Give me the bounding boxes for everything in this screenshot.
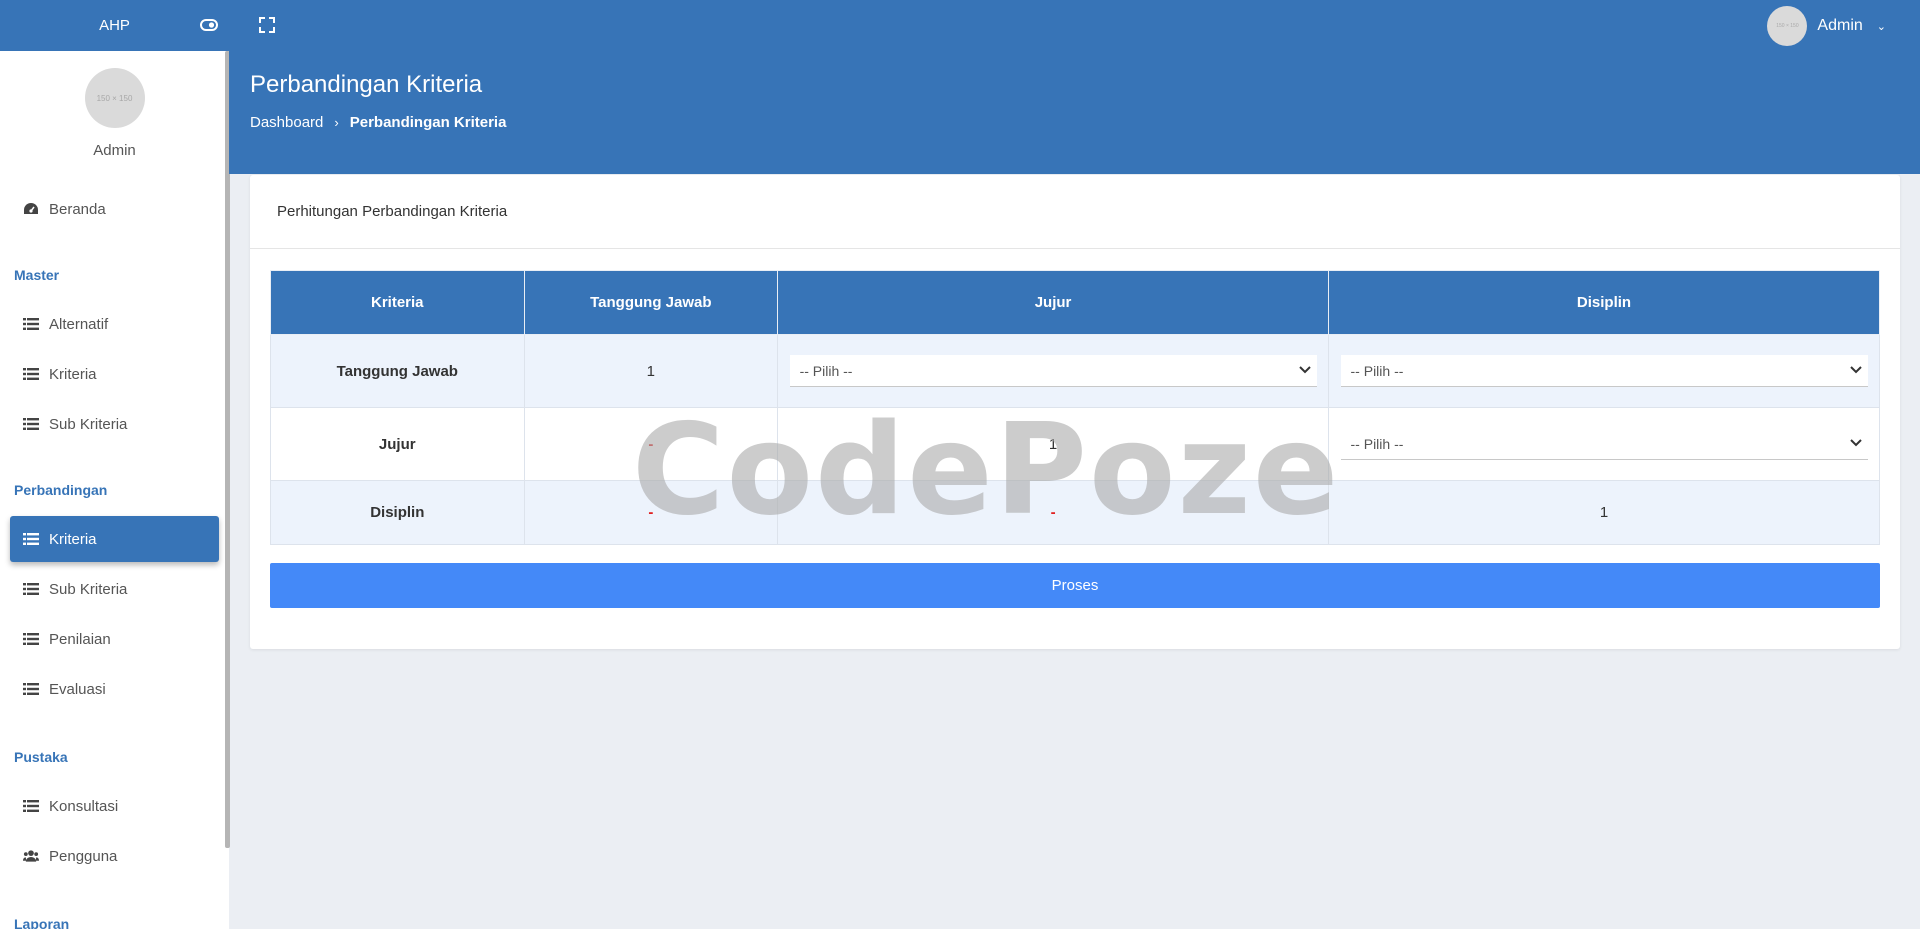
sidebar-item-beranda[interactable]: Beranda [10, 186, 219, 232]
chevron-down-icon [1849, 436, 1862, 450]
cell-value: - [1050, 504, 1056, 521]
section-master: Master [14, 267, 60, 283]
chevron-down-icon [1298, 363, 1311, 377]
users-icon [23, 848, 39, 864]
sidebar-item-kriteria[interactable]: Kriteria [10, 351, 219, 397]
list-icon [23, 798, 39, 814]
row-label: Disiplin [270, 480, 525, 545]
user-menu[interactable]: 150 × 150 Admin ⌄ [1767, 6, 1886, 46]
sidebar-item-label: Sub Kriteria [49, 580, 128, 598]
sidebar-item-label: Kriteria [49, 365, 97, 383]
select-value: -- Pilih -- [1350, 436, 1404, 452]
comparison-table: Kriteria Tanggung Jawab Jujur Disiplin T… [270, 270, 1880, 545]
cell-value: 1 [1328, 480, 1880, 545]
fullscreen-icon[interactable] [256, 14, 278, 36]
profile-name: Admin [93, 142, 136, 159]
column-header: Disiplin [1328, 270, 1880, 335]
sidebar-item-label: Sub Kriteria [49, 415, 128, 433]
avatar: 150 × 150 [84, 68, 145, 128]
sidebar-item-pengguna[interactable]: Pengguna [10, 833, 219, 879]
section-laporan: Laporan [14, 916, 70, 929]
sidebar-item-konsultasi[interactable]: Konsultasi [10, 783, 219, 829]
dashboard-icon [23, 201, 39, 217]
column-header: Tanggung Jawab [523, 270, 779, 335]
card-title: Perhitungan Perbandingan Kriteria [250, 175, 1900, 249]
sidebar-item-label: Konsultasi [49, 797, 119, 815]
cell-value: 1 [777, 407, 1330, 481]
column-header: Kriteria [270, 270, 525, 335]
column-header: Jujur [777, 270, 1330, 335]
comparison-select[interactable]: -- Pilih -- [1340, 355, 1868, 387]
select-value: -- Pilih -- [1350, 363, 1404, 379]
comparison-select[interactable]: -- Pilih -- [789, 355, 1317, 387]
row-label: Tanggung Jawab [270, 334, 525, 408]
breadcrumb: Dashboard › Perbandingan Kriteria [250, 114, 506, 131]
sidebar-item-perbandingan-sub-kriteria[interactable]: Sub Kriteria [10, 566, 219, 612]
row-label: Jujur [270, 407, 525, 481]
select-value: -- Pilih -- [799, 363, 853, 379]
user-name: Admin [1817, 17, 1863, 34]
table-row: Jujur - 1 -- Pilih -- [270, 407, 1880, 481]
sidebar: 150 × 150 Admin Beranda Master Alternati… [0, 51, 229, 929]
sidebar-item-label: Kriteria [49, 530, 97, 548]
cell-value: - [648, 435, 654, 453]
proses-button[interactable]: Proses [270, 563, 1880, 608]
brand-logo[interactable]: AHP [0, 0, 229, 51]
list-icon [23, 531, 39, 547]
list-icon [23, 631, 39, 647]
list-icon [23, 681, 39, 697]
top-navbar: AHP 150 × 150 Admin ⌄ [0, 0, 1920, 51]
table-row: Disiplin - - 1 [270, 480, 1880, 545]
comparison-card: Perhitungan Perbandingan Kriteria Kriter… [250, 175, 1900, 649]
avatar: 150 × 150 [1767, 6, 1808, 46]
list-icon [23, 581, 39, 597]
list-icon [23, 416, 39, 432]
list-icon [23, 366, 39, 382]
sidebar-item-label: Beranda [49, 200, 106, 218]
chevron-down-icon [1849, 363, 1862, 377]
section-perbandingan: Perbandingan [14, 482, 108, 498]
section-pustaka: Pustaka [14, 749, 68, 765]
sidebar-item-perbandingan-kriteria[interactable]: Kriteria [10, 516, 219, 562]
breadcrumb-current: Perbandingan Kriteria [349, 114, 507, 131]
sidebar-item-evaluasi[interactable]: Evaluasi [10, 666, 219, 712]
chevron-right-icon: › [334, 115, 339, 130]
eye-toggle-icon[interactable] [198, 14, 220, 36]
breadcrumb-home-link[interactable]: Dashboard [250, 114, 323, 131]
sidebar-item-label: Penilaian [49, 630, 111, 648]
sidebar-item-alternatif[interactable]: Alternatif [10, 301, 219, 347]
cell-value: 1 [523, 334, 779, 408]
sidebar-profile: 150 × 150 Admin [0, 68, 229, 159]
sidebar-item-sub-kriteria[interactable]: Sub Kriteria [10, 401, 219, 447]
sidebar-item-label: Pengguna [49, 847, 118, 865]
cell-value: - [648, 504, 654, 521]
content-header: Perbandingan Kriteria Dashboard › Perban… [229, 51, 1920, 174]
comparison-select[interactable]: -- Pilih -- [1340, 428, 1868, 460]
table-row: Tanggung Jawab 1 -- Pilih -- -- Pilih -- [270, 334, 1880, 408]
chevron-down-icon: ⌄ [1876, 20, 1886, 33]
sidebar-item-penilaian[interactable]: Penilaian [10, 616, 219, 662]
list-icon [23, 316, 39, 332]
sidebar-item-label: Alternatif [49, 315, 109, 333]
sidebar-item-label: Evaluasi [49, 680, 106, 698]
page-title: Perbandingan Kriteria [250, 71, 483, 98]
